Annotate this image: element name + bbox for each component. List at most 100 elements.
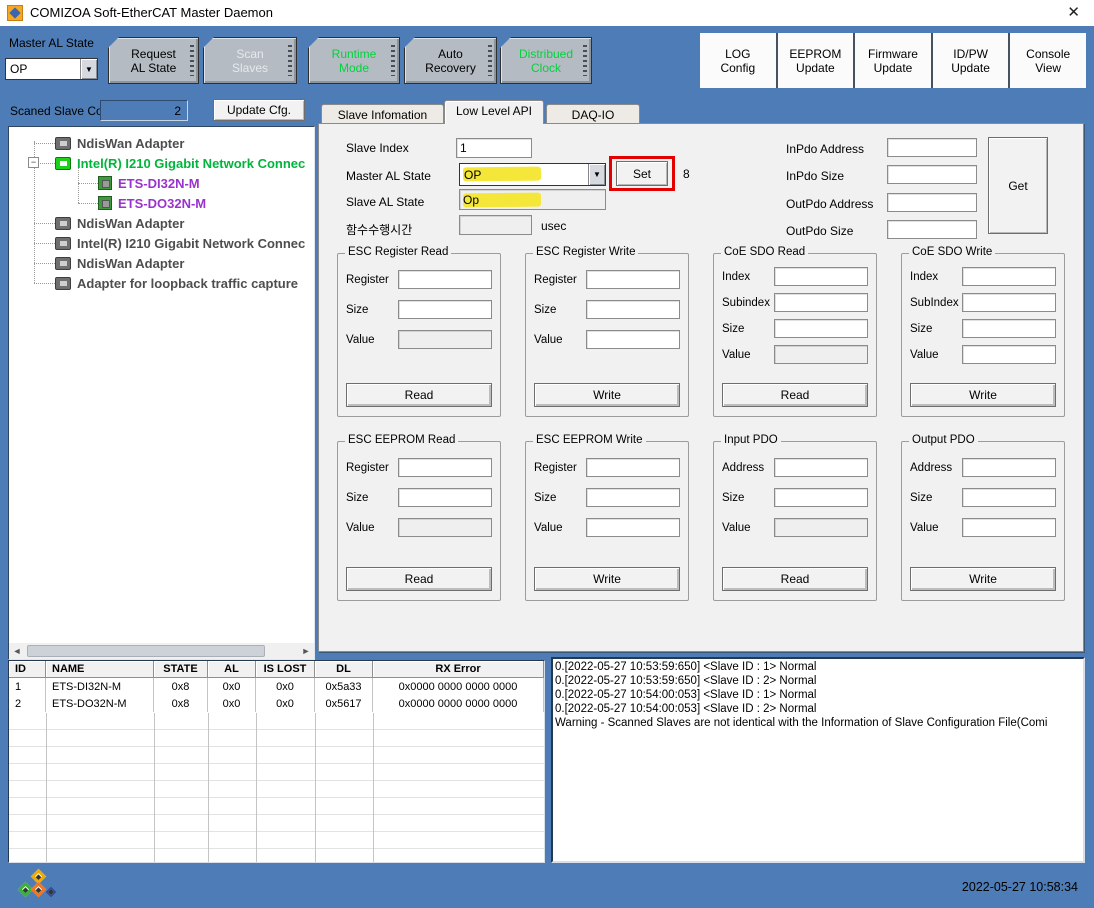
coe-sdo-write-subindex-input[interactable] — [962, 293, 1056, 312]
log-line: 0.[2022-05-27 10:54:00:053] <Slave ID : … — [555, 688, 1081, 702]
master-al-state-field-value: OP — [460, 168, 588, 182]
set-button[interactable]: Set — [616, 161, 668, 186]
input-pdo-address-input[interactable] — [774, 458, 868, 477]
inpdo-size-input[interactable] — [887, 165, 977, 184]
network-adapter-icon — [55, 217, 71, 230]
column-header[interactable]: RX Error — [373, 661, 544, 677]
tree-item-intel-i210-active[interactable]: Intel(R) I210 Gigabit Network Connec — [55, 153, 305, 173]
table-row[interactable]: 1 ETS-DI32N-M 0x8 0x0 0x0 0x5a33 0x0000 … — [9, 678, 544, 695]
table-header-row: ID NAME STATE AL IS LOST DL RX Error — [9, 661, 544, 678]
slave-index-label: Slave Index — [346, 141, 409, 155]
esc-register-read-register-input[interactable] — [398, 270, 492, 289]
scroll-right-icon[interactable]: ► — [298, 643, 314, 659]
esc-register-write-value-input[interactable] — [586, 330, 680, 349]
button-grip — [190, 45, 194, 76]
esc-eeprom-write-register-input[interactable] — [586, 458, 680, 477]
master-al-state-combobox[interactable]: OP ▼ — [5, 58, 98, 80]
tree-line — [78, 203, 98, 204]
output-pdo-value-input[interactable] — [962, 518, 1056, 537]
column-header[interactable]: STATE — [154, 661, 208, 677]
group-esc-eeprom-write: ESC EEPROM Write Register Size Value Wri… — [525, 441, 689, 601]
input-pdo-size-input[interactable] — [774, 488, 868, 507]
esc-register-read-size-input[interactable] — [398, 300, 492, 319]
slave-chip-icon — [98, 176, 112, 190]
coe-sdo-write-size-input[interactable] — [962, 319, 1056, 338]
column-header[interactable]: AL — [208, 661, 256, 677]
eeprom-update-button[interactable]: EEPROMUpdate — [778, 33, 854, 88]
runtime-mode-button[interactable]: RuntimeMode — [308, 37, 400, 84]
coe-sdo-read-subindex-input[interactable] — [774, 293, 868, 312]
coe-sdo-read-button[interactable]: Read — [722, 383, 868, 407]
log-config-button[interactable]: LOGConfig — [700, 33, 776, 88]
column-header[interactable]: ID — [9, 661, 46, 677]
esc-eeprom-write-button[interactable]: Write — [534, 567, 680, 591]
output-pdo-address-input[interactable] — [962, 458, 1056, 477]
master-al-state-field-combobox[interactable]: OP ▼ — [459, 163, 606, 186]
chevron-down-icon[interactable]: ▼ — [80, 59, 97, 79]
outpdo-size-input[interactable] — [887, 220, 977, 239]
coe-sdo-write-value-input[interactable] — [962, 345, 1056, 364]
tree-collapse-icon[interactable]: − — [28, 157, 39, 168]
column-header[interactable]: NAME — [46, 661, 154, 677]
master-al-state-field-label: Master AL State — [346, 169, 431, 183]
esc-eeprom-read-button[interactable]: Read — [346, 567, 492, 591]
esc-register-read-button[interactable]: Read — [346, 383, 492, 407]
tree-line — [40, 163, 55, 164]
console-view-button[interactable]: ConsoleView — [1010, 33, 1086, 88]
master-al-state-value: OP — [6, 62, 80, 76]
coe-sdo-read-size-input[interactable] — [774, 319, 868, 338]
esc-register-write-size-input[interactable] — [586, 300, 680, 319]
tree-item-ets-di32n-m[interactable]: ETS-DI32N-M — [98, 173, 200, 193]
button-grip — [288, 45, 292, 76]
tab-low-level-api[interactable]: Low Level API — [444, 100, 544, 124]
esc-register-write-button[interactable]: Write — [534, 383, 680, 407]
esc-register-write-register-input[interactable] — [586, 270, 680, 289]
coe-sdo-read-index-input[interactable] — [774, 267, 868, 286]
table-row[interactable]: 2 ETS-DO32N-M 0x8 0x0 0x0 0x5617 0x0000 … — [9, 695, 544, 712]
esc-eeprom-write-size-input[interactable] — [586, 488, 680, 507]
output-pdo-size-input[interactable] — [962, 488, 1056, 507]
get-button[interactable]: Get — [988, 137, 1048, 234]
outpdo-address-input[interactable] — [887, 193, 977, 212]
tree-line — [34, 243, 55, 244]
esc-eeprom-read-size-input[interactable] — [398, 488, 492, 507]
column-header[interactable]: DL — [315, 661, 373, 677]
title-bar: COMIZOA Soft-EtherCAT Master Daemon ✕ — [0, 0, 1094, 26]
network-adapter-icon — [55, 277, 71, 290]
tree-item-ndiswan-adapter[interactable]: NdisWan Adapter — [55, 253, 184, 273]
tree-item-ndiswan-adapter[interactable]: NdisWan Adapter — [55, 213, 184, 233]
tree-line — [34, 263, 55, 264]
coe-sdo-write-index-input[interactable] — [962, 267, 1056, 286]
slave-index-input[interactable] — [456, 138, 532, 158]
event-log-panel[interactable]: 0.[2022-05-27 10:53:59:650] <Slave ID : … — [551, 657, 1085, 863]
inpdo-address-input[interactable] — [887, 138, 977, 157]
close-icon[interactable]: ✕ — [1067, 3, 1080, 21]
master-al-state-label: Master AL State — [9, 36, 94, 50]
esc-eeprom-read-register-input[interactable] — [398, 458, 492, 477]
auto-recovery-button[interactable]: AutoRecovery — [404, 37, 497, 84]
scan-slaves-button[interactable]: ScanSlaves — [203, 37, 297, 84]
column-header[interactable]: IS LOST — [256, 661, 315, 677]
firmware-update-button[interactable]: FirmwareUpdate — [855, 33, 931, 88]
tab-slave-information[interactable]: Slave Infomation — [321, 104, 444, 124]
tree-item-loopback-adapter[interactable]: Adapter for loopback traffic capture — [55, 273, 298, 293]
input-pdo-read-button[interactable]: Read — [722, 567, 868, 591]
scrollbar-thumb[interactable] — [27, 645, 265, 657]
tree-item-intel-i210[interactable]: Intel(R) I210 Gigabit Network Connec — [55, 233, 305, 253]
output-pdo-write-button[interactable]: Write — [910, 567, 1056, 591]
tree-item-ndiswan-adapter[interactable]: NdisWan Adapter — [55, 133, 184, 153]
update-cfg-button[interactable]: Update Cfg. — [213, 99, 305, 121]
coe-sdo-write-button[interactable]: Write — [910, 383, 1056, 407]
esc-eeprom-write-value-input[interactable] — [586, 518, 680, 537]
inpdo-address-label: InPdo Address — [786, 142, 864, 156]
request-al-state-button[interactable]: RequestAL State — [108, 37, 199, 84]
esc-eeprom-read-value-field — [398, 518, 492, 537]
idpw-update-button[interactable]: ID/PWUpdate — [933, 33, 1009, 88]
tab-daq-io[interactable]: DAQ-IO — [546, 104, 640, 124]
group-esc-register-write: ESC Register Write Register Size Value W… — [525, 253, 689, 417]
tree-item-ets-do32n-m[interactable]: ETS-DO32N-M — [98, 193, 206, 213]
scroll-left-icon[interactable]: ◄ — [9, 643, 25, 659]
horizontal-scrollbar[interactable]: ◄ ► — [9, 643, 314, 659]
chevron-down-icon[interactable]: ▼ — [588, 164, 605, 185]
distributed-clock-button[interactable]: DistribuedClock — [500, 37, 592, 84]
